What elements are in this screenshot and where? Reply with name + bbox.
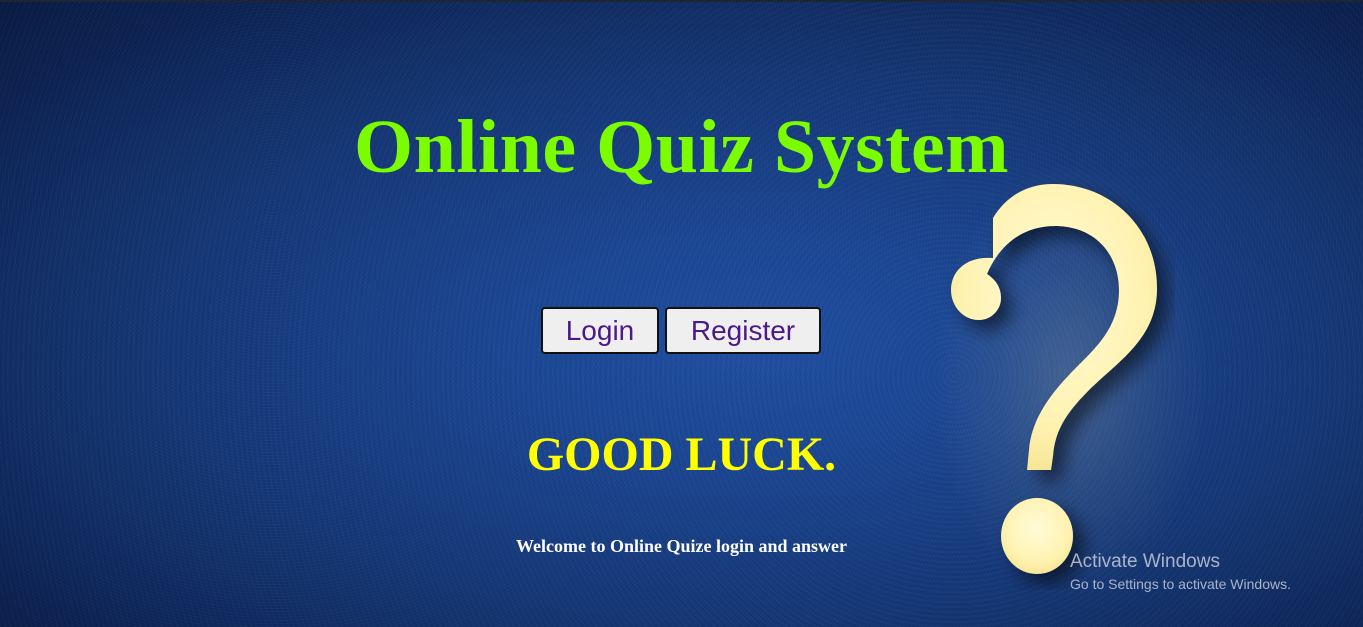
question-mark-icon xyxy=(951,184,1157,574)
activate-windows-title: Activate Windows xyxy=(1070,551,1220,572)
top-border xyxy=(0,0,1363,2)
good-luck-heading: GOOD LUCK. xyxy=(526,428,837,481)
activate-windows-watermark: Activate Windows Go to Settings to activ… xyxy=(1070,550,1291,594)
auth-buttons: Login Register xyxy=(541,307,821,354)
login-button[interactable]: Login xyxy=(541,307,659,354)
activate-windows-subtitle: Go to Settings to activate Windows. xyxy=(1070,576,1291,592)
page-title: Online Quiz System xyxy=(353,105,1010,189)
register-button[interactable]: Register xyxy=(665,307,821,354)
